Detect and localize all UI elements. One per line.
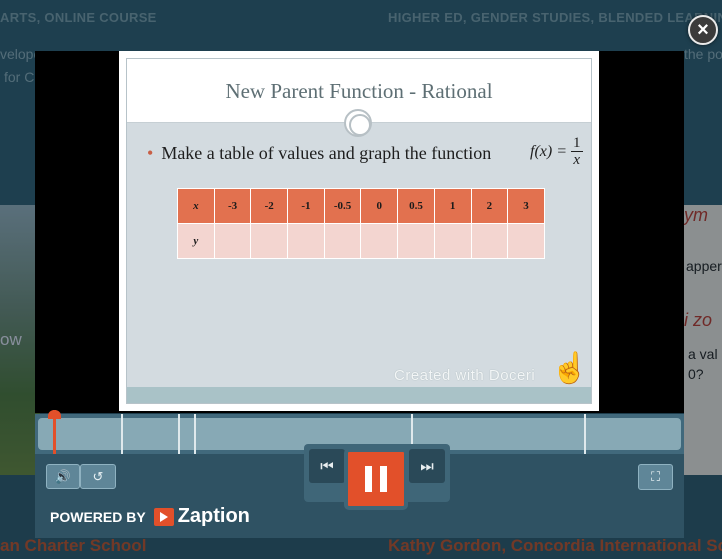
x-value-cell: 2: [470, 188, 509, 224]
timeline-question-marker[interactable]: [121, 414, 123, 454]
y-value-cell: [360, 223, 399, 259]
y-value-cell: [397, 223, 435, 259]
y-label-cell: y: [177, 223, 215, 259]
slide: New Parent Function - Rational • Make a t…: [119, 51, 599, 411]
timeline-question-marker[interactable]: [178, 414, 180, 454]
volume-button[interactable]: 🔊: [46, 464, 80, 489]
slide-bullet: • Make a table of values and graph the fu…: [147, 143, 491, 164]
video-player: New Parent Function - Rational • Make a t…: [35, 51, 684, 538]
pointing-hand-icon: ☝: [551, 352, 589, 385]
zaption-brand-name: Zaption: [177, 505, 250, 527]
pause-button[interactable]: [344, 448, 408, 510]
timeline-question-marker[interactable]: [584, 414, 586, 454]
y-value-cell: [470, 223, 509, 259]
y-value-cell: [323, 223, 362, 259]
x-value-cell: -0.5: [323, 188, 362, 224]
stage: ARTS, ONLINE COURSE HIGHER ED, GENDER ST…: [0, 0, 722, 559]
values-table: x -3 -2 -1 -0.5 0 0.5 1 2 3 y: [177, 188, 545, 259]
speaker-icon: 🔊: [54, 468, 72, 484]
slide-title: New Parent Function - Rational: [225, 79, 493, 103]
timeline-playhead[interactable]: [48, 410, 61, 454]
next-button[interactable]: ⏭: [409, 449, 445, 483]
powered-by-label: POWERED BY: [50, 508, 146, 525]
slide-formula: f(x) = 1 x: [530, 135, 583, 168]
video-frame[interactable]: New Parent Function - Rational • Make a t…: [35, 51, 684, 413]
y-value-cell: [287, 223, 325, 259]
slide-ring-ornament: [344, 109, 372, 137]
fullscreen-button[interactable]: ⛶: [638, 464, 673, 490]
rewind-button[interactable]: ↺: [80, 464, 116, 489]
pause-icon: [365, 466, 387, 492]
formula-lhs: f(x) =: [530, 142, 567, 160]
slide-body: New Parent Function - Rational • Make a t…: [126, 58, 592, 404]
x-value-cell: -2: [250, 188, 289, 224]
skip-back-icon: ⏮: [320, 457, 334, 475]
x-value-cell: 0: [360, 188, 399, 224]
formula-fraction: 1 x: [571, 135, 583, 168]
x-label-cell: x: [177, 188, 215, 224]
slide-footer-bar: [127, 387, 591, 403]
timeline-question-marker[interactable]: [194, 414, 196, 454]
close-button[interactable]: ×: [688, 15, 718, 45]
x-value-cell: -1: [287, 188, 325, 224]
slide-bullet-text: Make a table of values and graph the fun…: [161, 143, 492, 163]
rewind-icon: ↺: [92, 468, 104, 484]
y-value-cell: [507, 223, 545, 259]
fullscreen-icon: ⛶: [650, 469, 661, 484]
skip-forward-icon: ⏭: [420, 457, 434, 475]
x-value-cell: -3: [213, 188, 252, 224]
formula-denominator: x: [573, 152, 581, 168]
y-value-cell: [250, 223, 289, 259]
x-value-cell: 0.5: [397, 188, 435, 224]
control-bar: 🔊 ↺ ⏮ ⏭ ⛶ POWERED BY Zaption: [35, 444, 684, 538]
bullet-dot-icon: •: [147, 143, 154, 163]
y-value-cell: [433, 223, 472, 259]
formula-numerator: 1: [571, 135, 583, 152]
y-value-cell: [213, 223, 252, 259]
values-table-y-row: y: [177, 223, 545, 259]
values-table-x-row: x -3 -2 -1 -0.5 0 0.5 1 2 3: [177, 188, 545, 224]
x-value-cell: 1: [433, 188, 472, 224]
zaption-logo-icon: [153, 507, 174, 526]
powered-by-zaption[interactable]: POWERED BY Zaption: [50, 505, 250, 528]
previous-button[interactable]: ⏮: [309, 449, 345, 483]
doceri-watermark: Created with Doceri: [394, 367, 536, 384]
close-icon: ×: [697, 19, 709, 41]
x-value-cell: 3: [507, 188, 545, 224]
